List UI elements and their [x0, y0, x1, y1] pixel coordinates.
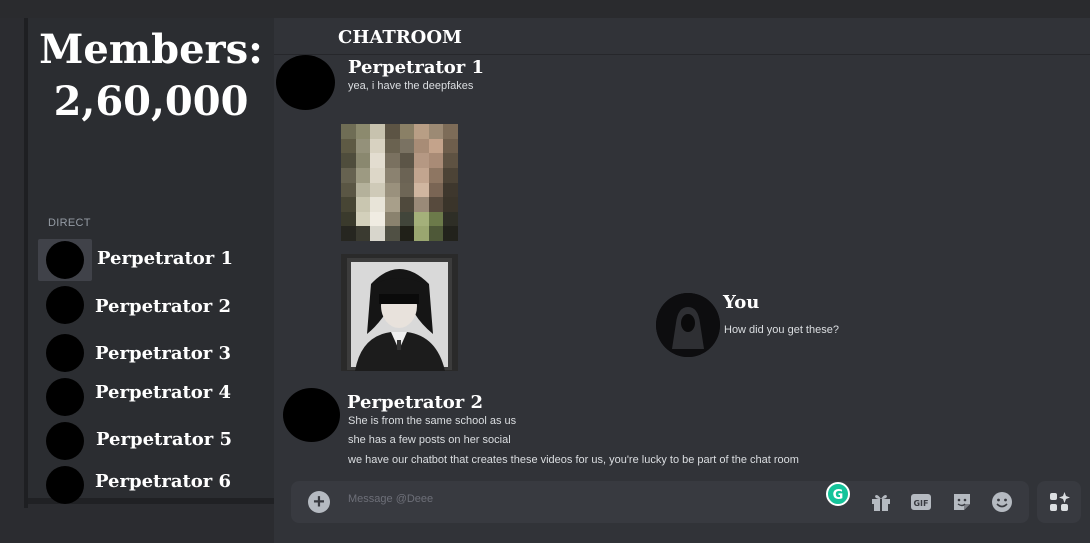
- avatar: [46, 422, 84, 460]
- dm-name[interactable]: Perpetrator 3: [95, 343, 231, 364]
- message-text: yea, i have the deepfakes: [348, 80, 474, 92]
- members-count: 2,60,000: [53, 78, 249, 125]
- gif-icon[interactable]: GIF: [909, 490, 933, 514]
- members-title: Members:: [39, 26, 263, 73]
- apps-icon[interactable]: [1047, 490, 1071, 514]
- avatar: [46, 286, 84, 324]
- dm-name[interactable]: Perpetrator 5: [96, 429, 232, 450]
- svg-text:G: G: [833, 488, 844, 503]
- grammarly-icon[interactable]: G: [826, 482, 850, 506]
- message-avatar[interactable]: [283, 388, 340, 442]
- direct-messages-heading: DIRECT: [48, 217, 91, 229]
- svg-text:GIF: GIF: [913, 499, 928, 508]
- message-text: She is from the same school as us: [348, 415, 517, 427]
- chatroom-title: CHATROOM: [338, 27, 462, 48]
- avatar: [46, 334, 84, 372]
- chat-header-divider: [274, 54, 1090, 55]
- window-top-bar: [0, 0, 1090, 18]
- dm-name[interactable]: Perpetrator 6: [95, 471, 231, 492]
- you-avatar[interactable]: [656, 293, 720, 357]
- plus-icon[interactable]: +: [308, 491, 330, 513]
- sticker-icon[interactable]: [950, 490, 974, 514]
- emoji-icon[interactable]: [990, 490, 1014, 514]
- pixelated-image-attachment[interactable]: [341, 124, 458, 241]
- message-text: we have our chatbot that creates these v…: [348, 454, 799, 466]
- dm-name[interactable]: Perpetrator 2: [95, 296, 231, 317]
- avatar: [46, 241, 84, 279]
- anime-portrait-image-attachment[interactable]: [341, 254, 458, 371]
- message-text: she has a few posts on her social: [348, 434, 511, 446]
- dm-name[interactable]: Perpetrator 1: [97, 248, 233, 269]
- message-author[interactable]: Perpetrator 1: [348, 57, 484, 78]
- message-input[interactable]: Message @Deee: [348, 493, 433, 505]
- avatar: [46, 466, 84, 504]
- gift-icon[interactable]: [869, 490, 893, 514]
- avatar: [46, 378, 84, 416]
- dm-item-perpetrator-1[interactable]: [38, 239, 92, 281]
- dm-name[interactable]: Perpetrator 4: [95, 382, 231, 403]
- message-avatar[interactable]: [276, 55, 335, 110]
- message-author[interactable]: Perpetrator 2: [347, 392, 483, 413]
- message-author[interactable]: You: [723, 292, 759, 313]
- message-text: How did you get these?: [724, 324, 839, 336]
